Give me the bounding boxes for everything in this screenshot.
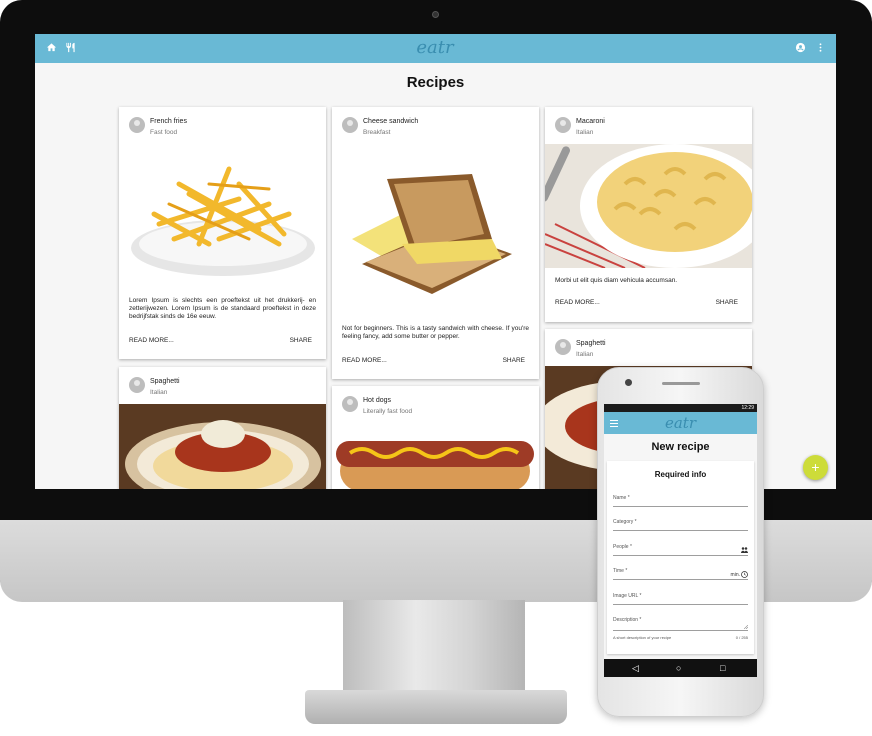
nav-back-icon[interactable]: ◁ [632, 662, 639, 674]
recipe-category: Italian [576, 129, 594, 136]
status-bar-time: 12:29 [604, 404, 757, 412]
android-nav-bar: ◁ ○ □ [604, 659, 757, 677]
time-label: Time * [613, 568, 628, 574]
read-more-button[interactable]: READ MORE... [129, 337, 174, 344]
monitor-stand-neck [343, 600, 525, 692]
recipe-category: Breakfast [363, 129, 391, 136]
app-logo[interactable]: eatr [405, 37, 465, 58]
avatar [555, 117, 571, 133]
phone-speaker [662, 382, 700, 385]
device-mockup: eatr Recipes French fries Fast food Lore… [0, 0, 872, 736]
recipe-description: Not for beginners. This is a tasty sandw… [342, 325, 529, 340]
recipe-card: Macaroni Italian Morbi ut elit quis diam [545, 107, 752, 322]
recipe-card: Spaghetti Italian [119, 367, 326, 489]
recipe-category: Italian [150, 389, 168, 396]
description-hint: A short description of your recipe [613, 635, 672, 640]
recipe-title: Macaroni [576, 118, 605, 125]
recipe-card: Hot dogs Literally fast food [332, 386, 539, 489]
recipe-category: Fast food [150, 129, 178, 136]
avatar [555, 339, 571, 355]
restaurant-icon[interactable] [64, 42, 77, 55]
recipe-title: Cheese sandwich [363, 118, 419, 125]
image-url-label: Image URL * [613, 593, 642, 599]
avatar [342, 117, 358, 133]
recipe-description: Lorem Ipsum is slechts een proeftekst ui… [129, 297, 316, 320]
mobile-phone: 12:29 eatr New recipe Required info Name… [597, 367, 764, 717]
mobile-page-title: New recipe [651, 441, 710, 453]
share-button[interactable]: SHARE [716, 299, 738, 306]
clock-icon [741, 571, 748, 581]
phone-camera [625, 379, 632, 386]
category-label: Category * [613, 519, 637, 525]
nav-recents-icon[interactable]: □ [720, 662, 725, 674]
add-recipe-fab[interactable]: + [803, 455, 828, 480]
people-field[interactable]: People * [613, 542, 748, 556]
recipe-image-cheese-sandwich[interactable] [332, 144, 539, 314]
recipe-card: French fries Fast food Lorem Ipsum is sl… [119, 107, 326, 359]
recipe-category: Literally fast food [363, 408, 413, 415]
home-icon[interactable] [45, 42, 58, 55]
share-button[interactable]: SHARE [503, 357, 525, 364]
avatar [129, 377, 145, 393]
time-suffix: min. [730, 572, 740, 578]
recipe-image-spaghetti[interactable] [119, 404, 326, 489]
recipe-description: Morbi ut elit quis diam vehicula accumsa… [555, 277, 678, 284]
monitor-stand-foot [305, 690, 567, 724]
recipe-image-french-fries[interactable] [119, 144, 326, 288]
recipe-title: Spaghetti [150, 378, 180, 385]
read-more-button[interactable]: READ MORE... [555, 299, 600, 306]
name-label: Name * [613, 495, 630, 501]
recipe-title: Spaghetti [576, 340, 606, 347]
read-more-button[interactable]: READ MORE... [342, 357, 387, 364]
recipe-card: Cheese sandwich Breakfast Not for beginn… [332, 107, 539, 379]
category-field[interactable]: Category * [613, 517, 748, 531]
recipe-category: Italian [576, 351, 594, 358]
time-field[interactable]: Time * min. [613, 566, 748, 580]
new-recipe-form: Required info Name * Category * People *… [607, 461, 754, 654]
mobile-screen: 12:29 eatr New recipe Required info Name… [604, 404, 757, 677]
recipe-image-hot-dogs[interactable] [332, 423, 539, 489]
form-section-title: Required info [654, 470, 707, 479]
recipe-title: Hot dogs [363, 397, 392, 404]
avatar [342, 396, 358, 412]
app-bar: eatr [35, 34, 836, 63]
share-button[interactable]: SHARE [290, 337, 312, 344]
account-circle-icon[interactable] [794, 42, 807, 55]
description-field[interactable]: Description * [613, 615, 749, 632]
people-label: People * [613, 544, 632, 550]
resize-handle-icon[interactable] [743, 624, 749, 632]
image-url-field[interactable]: Image URL * [613, 591, 748, 605]
recipe-image-macaroni[interactable] [545, 144, 752, 268]
description-counter: 0 / 255 [735, 635, 748, 640]
more-vert-icon[interactable] [814, 42, 827, 55]
recipe-title: French fries [150, 118, 187, 125]
name-field[interactable]: Name * [613, 493, 748, 507]
description-label: Description * [613, 617, 642, 623]
monitor-camera [432, 11, 439, 18]
page-title: Recipes [406, 74, 465, 91]
people-icon [741, 547, 748, 556]
mobile-app-logo[interactable]: eatr [604, 414, 757, 432]
nav-home-icon[interactable]: ○ [676, 662, 681, 674]
avatar [129, 117, 145, 133]
